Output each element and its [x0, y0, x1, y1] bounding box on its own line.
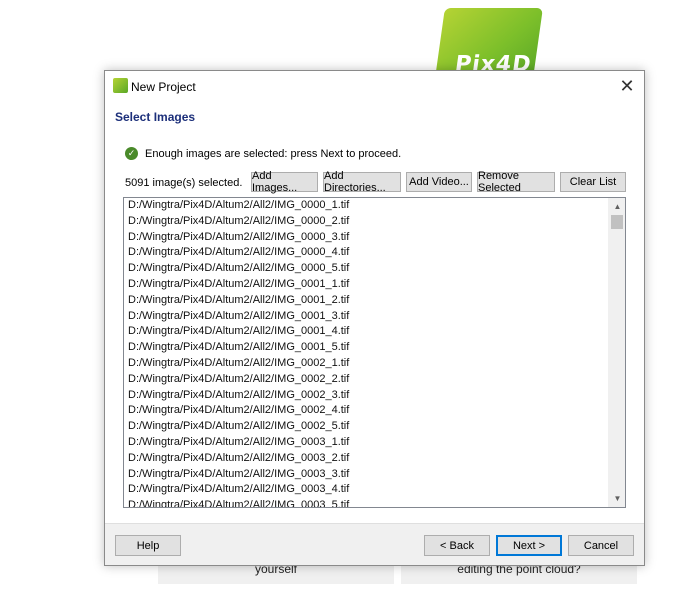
add-directories-button[interactable]: Add Directories... [323, 170, 401, 194]
chevron-up-icon[interactable]: ▲ [609, 198, 625, 215]
status-message: ✓ Enough images are selected: press Next… [125, 147, 401, 160]
scrollbar-thumb[interactable] [611, 215, 623, 229]
list-item[interactable]: D:/Wingtra/Pix4D/Altum2/All2/IMG_0002_3.… [124, 388, 608, 404]
dialog-title: New Project [131, 80, 196, 94]
list-item[interactable]: D:/Wingtra/Pix4D/Altum2/All2/IMG_0000_3.… [124, 230, 608, 246]
remove-selected-button[interactable]: Remove Selected [477, 170, 555, 194]
page-heading: Select Images [115, 110, 196, 124]
list-item[interactable]: D:/Wingtra/Pix4D/Altum2/All2/IMG_0001_3.… [124, 309, 608, 325]
list-item[interactable]: D:/Wingtra/Pix4D/Altum2/All2/IMG_0003_3.… [124, 467, 608, 483]
list-item[interactable]: D:/Wingtra/Pix4D/Altum2/All2/IMG_0002_5.… [124, 419, 608, 435]
list-item[interactable]: D:/Wingtra/Pix4D/Altum2/All2/IMG_0000_1.… [124, 198, 608, 214]
file-list-items: D:/Wingtra/Pix4D/Altum2/All2/IMG_0000_1.… [124, 198, 608, 507]
list-item[interactable]: D:/Wingtra/Pix4D/Altum2/All2/IMG_0001_2.… [124, 293, 608, 309]
list-item[interactable]: D:/Wingtra/Pix4D/Altum2/All2/IMG_0001_1.… [124, 277, 608, 293]
list-item[interactable]: D:/Wingtra/Pix4D/Altum2/All2/IMG_0001_4.… [124, 324, 608, 340]
list-item[interactable]: D:/Wingtra/Pix4D/Altum2/All2/IMG_0002_2.… [124, 372, 608, 388]
list-item[interactable]: D:/Wingtra/Pix4D/Altum2/All2/IMG_0003_2.… [124, 451, 608, 467]
app-icon [113, 78, 128, 93]
clear-list-button[interactable]: Clear List [560, 172, 626, 192]
help-button[interactable]: Help [115, 535, 181, 556]
add-video-button[interactable]: Add Video... [406, 172, 472, 192]
list-item[interactable]: D:/Wingtra/Pix4D/Altum2/All2/IMG_0003_5.… [124, 498, 608, 507]
next-button[interactable]: Next > [496, 535, 562, 556]
new-project-dialog: New Project ✕ Select Images ✓ Enough ima… [104, 70, 645, 566]
list-item[interactable]: D:/Wingtra/Pix4D/Altum2/All2/IMG_0000_2.… [124, 214, 608, 230]
dialog-footer: Help < Back Next > Cancel [105, 523, 644, 565]
cancel-button[interactable]: Cancel [568, 535, 634, 556]
list-item[interactable]: D:/Wingtra/Pix4D/Altum2/All2/IMG_0003_4.… [124, 482, 608, 498]
pix4d-logo: Pix4D [435, 8, 543, 78]
list-item[interactable]: D:/Wingtra/Pix4D/Altum2/All2/IMG_0000_4.… [124, 245, 608, 261]
status-text: Enough images are selected: press Next t… [145, 147, 402, 160]
image-count: 5091 image(s) selected. [125, 177, 243, 189]
add-images-button[interactable]: Add Images... [251, 170, 318, 194]
title-bar: New Project ✕ [105, 71, 644, 101]
close-icon[interactable]: ✕ [610, 71, 644, 101]
list-item[interactable]: D:/Wingtra/Pix4D/Altum2/All2/IMG_0002_4.… [124, 403, 608, 419]
check-circle-icon: ✓ [125, 147, 138, 160]
list-item[interactable]: D:/Wingtra/Pix4D/Altum2/All2/IMG_0001_5.… [124, 340, 608, 356]
chevron-down-icon[interactable]: ▼ [609, 490, 625, 507]
list-item[interactable]: D:/Wingtra/Pix4D/Altum2/All2/IMG_0002_1.… [124, 356, 608, 372]
list-item[interactable]: D:/Wingtra/Pix4D/Altum2/All2/IMG_0003_1.… [124, 435, 608, 451]
vertical-scrollbar[interactable]: ▲ ▼ [608, 198, 625, 507]
list-item[interactable]: D:/Wingtra/Pix4D/Altum2/All2/IMG_0000_5.… [124, 261, 608, 277]
back-button[interactable]: < Back [424, 535, 490, 556]
image-file-list[interactable]: D:/Wingtra/Pix4D/Altum2/All2/IMG_0000_1.… [123, 197, 626, 508]
